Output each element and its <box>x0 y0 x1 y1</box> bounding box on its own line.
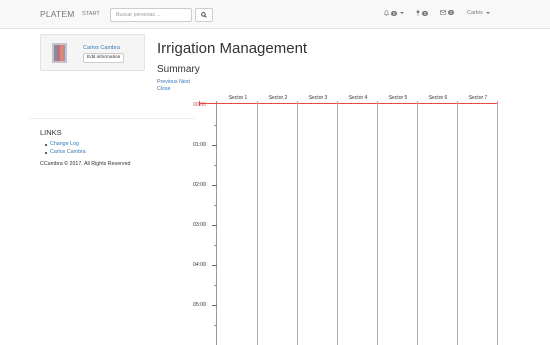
close-link[interactable]: Close <box>157 86 171 92</box>
sector-column-divider <box>297 101 298 345</box>
pager: Previous Next <box>157 79 190 85</box>
half-hour-tick <box>214 285 217 286</box>
current-time-indicator-right-cap <box>497 101 498 106</box>
user-menu[interactable]: Carlos <box>467 10 490 16</box>
tasks-dropdown[interactable]: 0 <box>416 10 429 16</box>
time-label: 03:00 <box>193 222 206 228</box>
half-hour-tick <box>214 125 217 126</box>
search-icon <box>201 12 207 18</box>
nav-start-link[interactable]: START <box>82 11 100 17</box>
link-change-log[interactable]: Change Log <box>45 141 86 149</box>
sector-header-6: Sector 6 <box>428 95 448 101</box>
search-input[interactable] <box>110 8 192 22</box>
sector-header-3: Sector 3 <box>308 95 328 101</box>
bell-icon <box>384 10 389 16</box>
time-label: 00:00 <box>193 102 206 108</box>
time-label: 02:00 <box>193 182 206 188</box>
hour-tick <box>212 305 217 306</box>
sector-header-2: Sector 2 <box>268 95 288 101</box>
sector-header-1: Sector 1 <box>228 95 248 101</box>
envelope-icon <box>440 10 446 15</box>
sector-column-divider <box>497 101 498 345</box>
chevron-down-icon <box>485 12 490 14</box>
link-carlos-cambra[interactable]: Carlos Cambra <box>45 149 86 157</box>
messages-badge: 0 <box>448 10 455 15</box>
time-label: 01:00 <box>193 142 206 148</box>
page-title: Irrigation Management <box>157 40 308 57</box>
sidebar-divider <box>30 118 195 119</box>
summary-heading: Summary <box>157 64 200 75</box>
time-label: 05:00 <box>193 302 206 308</box>
half-hour-tick <box>214 325 217 326</box>
sector-header-5: Sector 5 <box>388 95 408 101</box>
half-hour-tick <box>214 245 217 246</box>
avatar <box>52 43 67 63</box>
alerts-dropdown[interactable]: 0 <box>384 10 405 16</box>
hour-tick <box>212 145 217 146</box>
sector-column-divider <box>377 101 378 345</box>
time-label: 04:00 <box>193 262 206 268</box>
sector-column-divider <box>457 101 458 345</box>
previous-link[interactable]: Previous <box>157 79 178 85</box>
links-heading: LINKS <box>40 128 62 137</box>
current-time-indicator-left-cap <box>199 101 200 106</box>
user-menu-label: Carlos <box>467 10 483 16</box>
links-list: Change Log Carlos Cambra <box>45 141 86 157</box>
sector-column-divider <box>257 101 258 345</box>
hour-tick <box>212 225 217 226</box>
sector-header-7: Sector 7 <box>468 95 488 101</box>
sector-column-divider <box>337 101 338 345</box>
search-button[interactable] <box>195 8 213 22</box>
alerts-badge: 0 <box>391 10 398 16</box>
hour-tick <box>212 185 217 186</box>
pin-icon <box>416 10 420 16</box>
chevron-down-icon <box>400 12 405 14</box>
messages-dropdown[interactable]: 0 <box>440 10 455 15</box>
copyright-text: CCambra © 2017. All Rights Reserved <box>40 161 131 167</box>
edit-information-button[interactable]: Edit information <box>83 53 125 63</box>
sector-header-4: Sector 4 <box>348 95 368 101</box>
half-hour-tick <box>214 165 217 166</box>
profile-name-link[interactable]: Carlos Cambra <box>83 45 120 51</box>
top-navbar: PLATEM START 0 0 0 Carlos <box>0 0 550 29</box>
brand-logo[interactable]: PLATEM <box>40 9 75 19</box>
next-link[interactable]: Next <box>179 79 190 85</box>
time-axis-line <box>216 101 217 345</box>
tasks-badge: 0 <box>422 10 429 16</box>
sector-column-divider <box>417 101 418 345</box>
half-hour-tick <box>214 205 217 206</box>
profile-card: Carlos Cambra Edit information <box>40 34 145 71</box>
current-time-indicator <box>199 103 498 104</box>
hour-tick <box>212 265 217 266</box>
